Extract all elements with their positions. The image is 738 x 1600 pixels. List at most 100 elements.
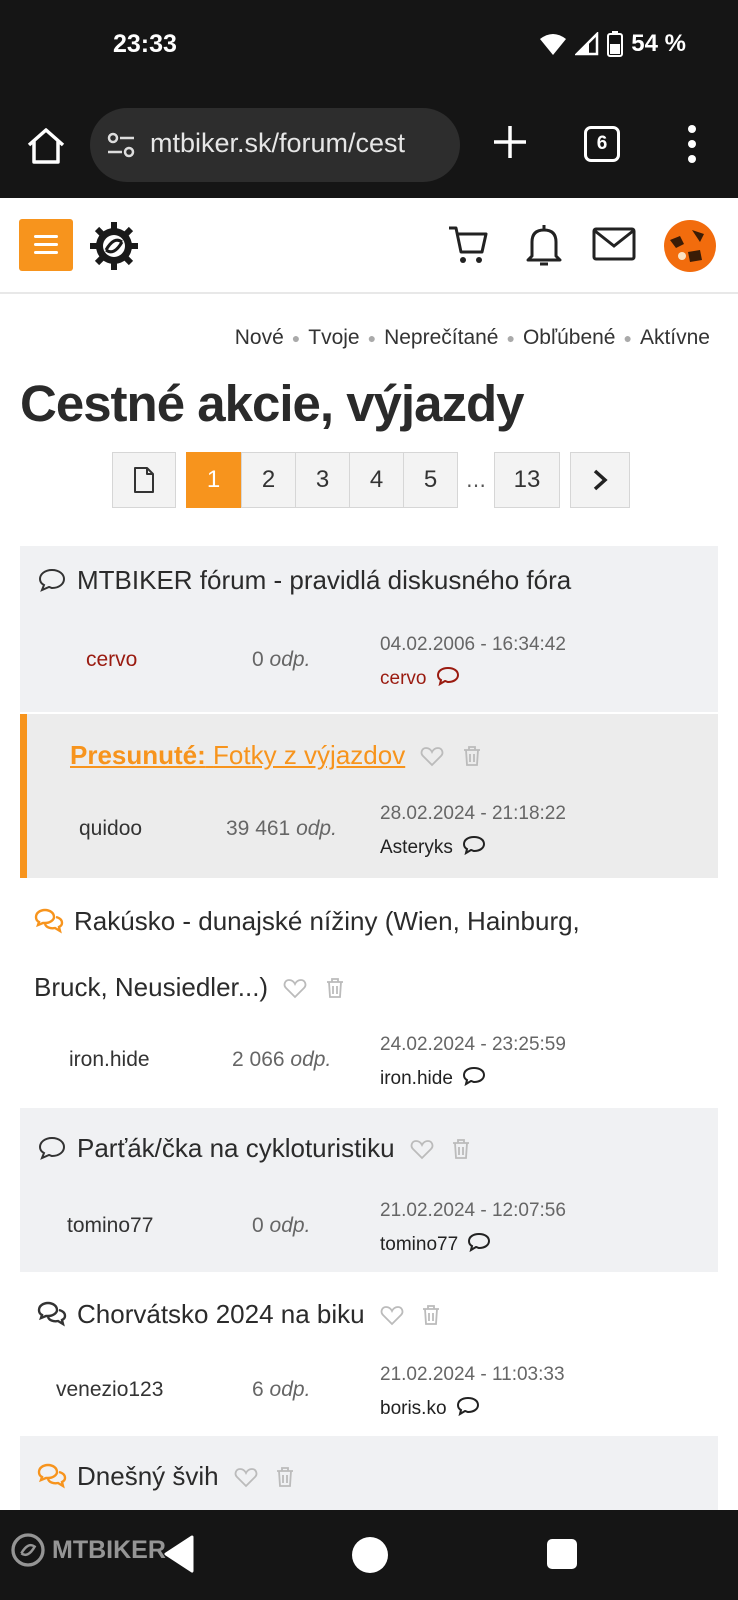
favorite-heart-icon[interactable] [420,744,444,768]
tab-switcher-button[interactable]: 6 [584,126,620,162]
topic-title-text: Parťák/čka na cykloturistiku [77,1133,395,1163]
delete-trash-icon[interactable] [449,1137,473,1161]
recent-apps-button[interactable] [547,1539,577,1569]
separator: ● [506,330,515,346]
subnav-active[interactable]: Aktívne [640,326,710,350]
multi-chat-icon [34,908,64,934]
topic-last-date: 24.02.2024 - 23:25:59 [380,1034,566,1055]
next-page-button[interactable] [570,452,630,508]
document-icon [134,467,154,493]
battery-icon [607,31,624,57]
avatar-image [670,230,704,262]
user-avatar[interactable] [664,220,716,272]
subnav-mine[interactable]: Tvoje [308,326,359,350]
back-button-icon[interactable] [162,1534,196,1574]
topic-replies: 0 odp. [252,1214,311,1237]
topic-last-user[interactable]: tomino77 [380,1230,491,1256]
topic-title-text: Chorvátsko 2024 na biku [77,1299,365,1329]
mtbiker-logo-icon[interactable] [90,222,138,270]
page-1-button[interactable]: 1 [186,452,241,508]
last-post-chat-icon [463,1066,486,1087]
topic-last-user[interactable]: cervo [380,664,460,690]
pagination-ellipsis: … [466,468,486,492]
topic-title[interactable]: Presunuté: Fotky z výjazdov [70,723,484,787]
separator: ● [291,330,301,346]
delete-trash-icon[interactable] [323,976,347,1000]
topic-title-text: Dnešný švih [77,1461,219,1491]
topic-author[interactable]: quidoo [79,817,142,841]
subnav-unread[interactable]: Neprečítané [384,326,498,350]
delete-trash-icon[interactable] [273,1465,297,1489]
topic-title-text: Rakúsko - dunajské nížiny (Wien, Hainbur… [74,906,580,936]
topic-last-date: 21.02.2024 - 11:03:33 [380,1364,565,1385]
favorite-heart-icon[interactable] [410,1137,434,1161]
topic-author[interactable]: venezio123 [56,1378,163,1402]
new-topic-button[interactable] [112,452,176,508]
topic-replies: 2 066 odp. [232,1048,332,1071]
home-button[interactable] [352,1537,388,1573]
topic-author[interactable]: iron.hide [69,1048,150,1072]
watermark-gear-icon [11,1533,45,1567]
status-indicators: 54 % [539,30,686,58]
wifi-icon [540,34,567,55]
topic-title[interactable]: Parťák/čka na cykloturistiku [37,1116,473,1180]
page-2-button[interactable]: 2 [241,452,296,508]
topic-title[interactable]: Chorvátsko 2024 na biku [37,1282,443,1346]
separator: ● [623,330,632,346]
topic-row: MTBIKER fórum - pravidlá diskusného fóra… [20,546,718,712]
multi-chat-icon [37,1301,67,1327]
topic-last-user[interactable]: boris.ko [380,1394,480,1420]
browser-toolbar: mtbiker.sk/forum/cest 6 [0,96,738,198]
topic-replies: 0 odp. [252,648,311,671]
topic-title-text: MTBIKER fórum - pravidlá diskusného fóra [77,565,572,595]
topic-title[interactable]: Dnešný švih [37,1444,297,1508]
messages-mail-icon[interactable] [592,226,636,262]
last-post-chat-icon [468,1232,491,1253]
notifications-bell-icon[interactable] [524,222,564,268]
site-settings-icon[interactable] [106,131,136,159]
topic-row-moved: Presunuté: Fotky z výjazdov quidoo 39 46… [20,714,718,878]
home-icon[interactable] [24,124,68,168]
topic-last-user[interactable]: Asteryks [380,833,486,859]
pagination: 1 2 3 4 5 … 13 [112,452,630,508]
favorite-heart-icon[interactable] [283,976,307,1000]
new-tab-icon[interactable] [488,120,532,164]
favorite-heart-icon[interactable] [380,1303,404,1327]
forum-subnav: Nové ● Tvoje ● Neprečítané ● Obľúbené ● … [235,326,710,350]
hamburger-menu-button[interactable] [19,219,73,271]
cart-icon[interactable] [446,222,490,266]
topic-row: Chorvátsko 2024 na biku venezio123 6 odp… [20,1272,718,1436]
subnav-favorites[interactable]: Obľúbené [523,326,616,350]
page-4-button[interactable]: 4 [349,452,404,508]
topic-list: MTBIKER fórum - pravidlá diskusného fóra… [20,546,718,1546]
page-title: Cestné akcie, výjazdy [20,375,524,432]
topic-author[interactable]: tomino77 [67,1214,153,1238]
page-3-button[interactable]: 3 [295,452,350,508]
battery-percent: 54 % [631,30,686,57]
topic-author[interactable]: cervo [86,648,137,672]
topic-last-user[interactable]: iron.hide [380,1064,486,1090]
topic-replies: 6 odp. [252,1378,311,1401]
page-5-button[interactable]: 5 [403,452,458,508]
topic-title-text: Bruck, Neusiedler...) [34,972,269,1002]
status-time: 23:33 [113,30,177,58]
delete-trash-icon[interactable] [419,1303,443,1327]
page-last-button[interactable]: 13 [494,452,560,508]
single-chat-icon [38,1136,66,1160]
topic-title[interactable]: MTBIKER fórum - pravidlá diskusného fóra [37,548,571,612]
moved-topic-link[interactable]: Presunuté: Fotky z výjazdov [70,740,405,770]
topic-row: Parťák/čka na cykloturistiku tomino77 0 … [20,1108,718,1272]
url-bar[interactable]: mtbiker.sk/forum/cest [90,108,460,182]
more-menu-icon[interactable] [684,124,700,164]
signal-icon [575,32,599,56]
delete-trash-icon[interactable] [460,744,484,768]
topic-last-date: 28.02.2024 - 21:18:22 [380,803,566,824]
topic-title[interactable]: Rakúsko - dunajské nížiny (Wien, Hainbur… [34,888,714,1020]
topic-replies: 39 461 odp. [226,817,337,840]
last-post-chat-icon [463,835,486,856]
favorite-heart-icon[interactable] [234,1465,258,1489]
topic-last-date: 21.02.2024 - 12:07:56 [380,1200,566,1221]
subnav-new[interactable]: Nové [235,326,284,350]
topic-last-date: 04.02.2006 - 16:34:42 [380,634,566,655]
url-text: mtbiker.sk/forum/cest [150,128,406,158]
